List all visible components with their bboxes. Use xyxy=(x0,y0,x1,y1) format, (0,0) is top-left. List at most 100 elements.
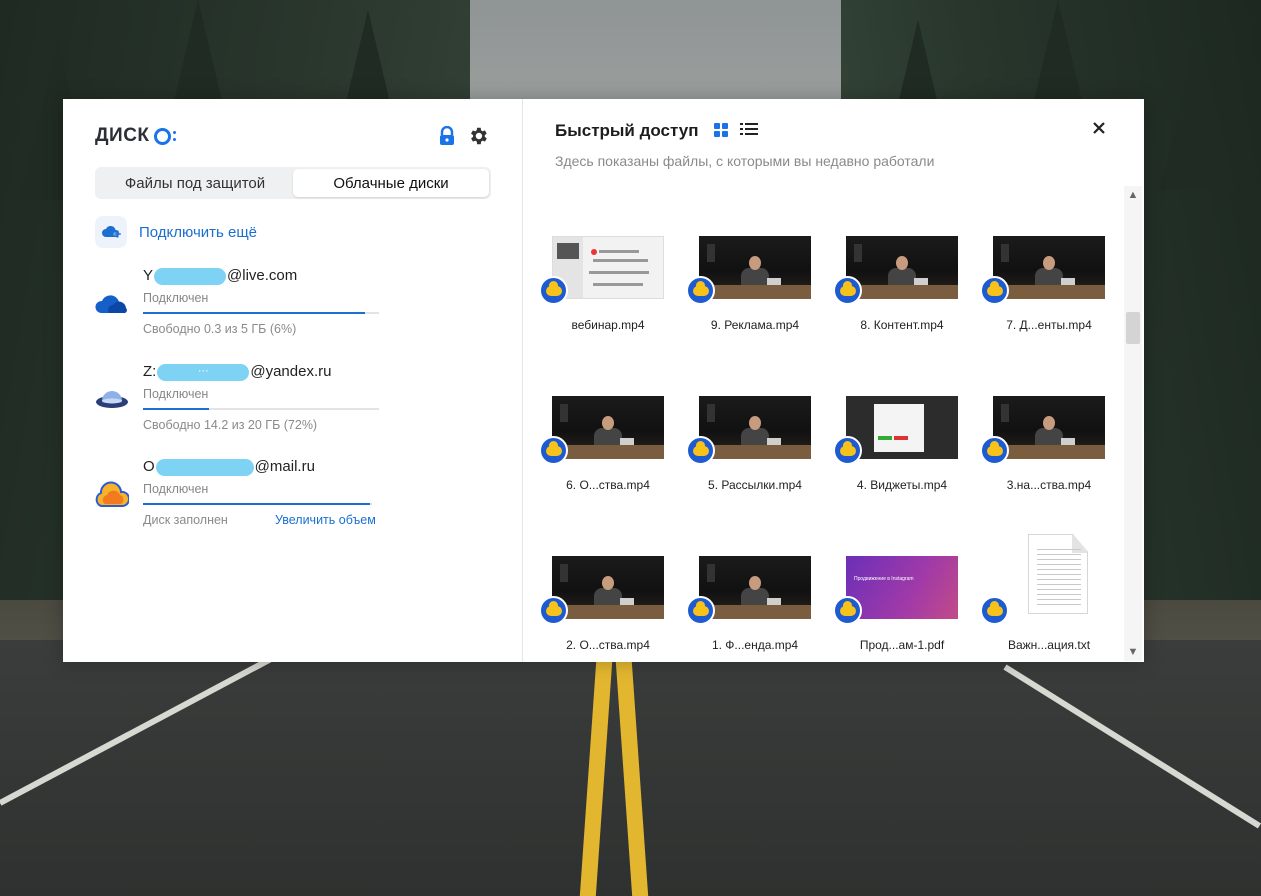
file-tile[interactable]: 6. О...ства.mp4 xyxy=(539,396,669,516)
app-logo: ДИСК xyxy=(95,125,176,147)
logo-dots xyxy=(172,131,176,141)
video-thumbnail xyxy=(552,396,664,459)
file-name: 8. Контент.mp4 xyxy=(860,318,944,332)
account-email: Y @live.com xyxy=(143,267,297,285)
free-space-text: Свободно 14.2 из 20 ГБ (72%) xyxy=(143,418,318,432)
tab-cloud-drives[interactable]: Облачные диски xyxy=(293,169,489,197)
sidebar: ДИСК Файлы под защитой Облачные диски По… xyxy=(63,99,523,662)
scrollbar[interactable]: ▲ ▼ xyxy=(1124,186,1142,661)
scroll-up-arrow[interactable]: ▲ xyxy=(1124,186,1142,204)
text-file-icon xyxy=(993,534,1105,619)
file-tile[interactable]: вебинар.mp4 xyxy=(539,236,669,356)
video-thumbnail xyxy=(552,556,664,619)
connect-more-label: Подключить ещё xyxy=(139,223,258,241)
account-yandex[interactable]: Z: ··· @yandex.ru Подключен Свободно 14.2 … xyxy=(95,363,425,439)
file-name: 4. Виджеты.mp4 xyxy=(856,478,948,492)
file-name: 5. Рассылки.mp4 xyxy=(708,478,802,492)
tab-protected-files[interactable]: Файлы под защитой xyxy=(97,169,293,197)
scroll-down-arrow[interactable]: ▼ xyxy=(1124,643,1142,661)
file-tile[interactable]: 8. Контент.mp4 xyxy=(833,236,963,356)
cloud-badge-icon xyxy=(539,596,568,625)
file-name: 6. О...ства.mp4 xyxy=(566,478,650,492)
file-tile[interactable]: 9. Реклама.mp4 xyxy=(686,236,816,356)
file-tile[interactable]: 4. Виджеты.mp4 xyxy=(833,396,963,516)
file-tile[interactable]: 7. Д...енты.mp4 xyxy=(980,236,1110,356)
account-email: Z: ··· @yandex.ru xyxy=(143,363,331,381)
file-name: Важн...ация.txt xyxy=(1007,638,1091,652)
settings-button[interactable] xyxy=(467,125,489,147)
account-mailru[interactable]: O @mail.ru Подключен Диск заполнен Увелич… xyxy=(95,458,425,534)
lock-icon xyxy=(440,125,454,145)
close-icon xyxy=(1093,122,1105,134)
storage-usage-fill xyxy=(143,503,370,505)
list-icon xyxy=(740,123,758,135)
video-thumbnail xyxy=(699,556,811,619)
email-prefix: O xyxy=(143,458,155,475)
file-tile[interactable]: Важн...ация.txt xyxy=(980,534,1110,676)
email-prefix: Z: xyxy=(143,363,157,380)
free-space-text: Свободно 0.3 из 5 ГБ (6%) xyxy=(143,322,297,336)
cloud-badge-icon xyxy=(980,596,1009,625)
yandex-disk-icon xyxy=(95,385,129,415)
storage-usage-fill xyxy=(143,312,365,314)
video-thumbnail xyxy=(699,396,811,459)
email-redaction xyxy=(154,267,227,285)
video-thumbnail xyxy=(846,396,958,459)
grid-view-button[interactable] xyxy=(714,123,728,137)
mailru-cloud-icon xyxy=(95,480,131,510)
increase-storage-link[interactable]: Увеличить объем xyxy=(275,513,376,527)
cloud-badge-icon xyxy=(539,436,568,465)
lock-button[interactable] xyxy=(438,125,456,146)
cloud-plus-icon xyxy=(95,216,127,248)
storage-usage-fill xyxy=(143,408,210,410)
email-suffix: @live.com xyxy=(227,267,298,284)
connect-more-button[interactable]: Подключить ещё xyxy=(95,216,257,248)
pdf-thumb-title: Продвижение в Instagram xyxy=(854,576,914,582)
cloud-badge-icon xyxy=(686,276,715,305)
scrollbar-thumb[interactable] xyxy=(1126,312,1140,344)
cloud-badge-icon xyxy=(980,276,1009,305)
page-subtitle: Здесь показаны файлы, с которыми вы неда… xyxy=(555,153,935,169)
file-name: Прод...ам-1.pdf xyxy=(859,638,945,652)
file-name: 2. О...ства.mp4 xyxy=(566,638,650,652)
storage-usage-bar xyxy=(143,312,379,314)
gear-icon xyxy=(471,127,487,145)
file-tile[interactable]: 1. Ф...енда.mp4 xyxy=(686,556,816,676)
email-suffix: @yandex.ru xyxy=(250,363,332,380)
account-email: O @mail.ru xyxy=(143,458,315,476)
file-tile[interactable]: 2. О...ства.mp4 xyxy=(539,556,669,676)
cloud-badge-icon xyxy=(539,276,568,305)
close-button[interactable] xyxy=(1089,119,1109,139)
video-thumbnail xyxy=(993,396,1105,459)
cloud-badge-icon xyxy=(833,596,862,625)
email-suffix: @mail.ru xyxy=(254,458,315,475)
file-tile[interactable]: 3.на...ства.mp4 xyxy=(980,396,1110,516)
file-tile[interactable]: Продвижение в Instagram Прод...ам-1.pdf xyxy=(833,556,963,676)
file-name: 3.на...ства.mp4 xyxy=(1006,478,1092,492)
cloud-badge-icon xyxy=(686,596,715,625)
video-thumbnail xyxy=(846,236,958,299)
account-status: Подключен xyxy=(143,387,209,401)
quick-access-panel: Быстрый доступ Здесь показаны файлы, с к… xyxy=(523,99,1144,662)
account-status: Подключен xyxy=(143,291,209,305)
email-redaction xyxy=(155,458,254,476)
email-redaction: ··· xyxy=(157,363,250,381)
storage-usage-bar xyxy=(143,503,372,505)
file-name: 7. Д...енты.mp4 xyxy=(1006,318,1092,332)
page-title: Быстрый доступ xyxy=(555,121,699,140)
webinar-thumbnail xyxy=(552,236,664,299)
account-status: Подключен xyxy=(143,482,209,496)
storage-tabs: Файлы под защитой Облачные диски xyxy=(95,167,491,199)
account-onedrive[interactable]: Y @live.com Подключен Свободно 0.3 из 5 Г… xyxy=(95,267,425,343)
app-window: ДИСК Файлы под защитой Облачные диски По… xyxy=(63,99,1144,662)
video-thumbnail xyxy=(699,236,811,299)
cloud-badge-icon xyxy=(686,436,715,465)
list-view-button[interactable] xyxy=(740,122,758,136)
cloud-badge-icon xyxy=(833,276,862,305)
tree xyxy=(1160,30,1236,190)
file-name: 9. Реклама.mp4 xyxy=(710,318,800,332)
onedrive-cloud-icon xyxy=(95,289,129,319)
cloud-badge-icon xyxy=(833,436,862,465)
file-tile[interactable]: 5. Рассылки.mp4 xyxy=(686,396,816,516)
logo-mark xyxy=(153,127,171,145)
